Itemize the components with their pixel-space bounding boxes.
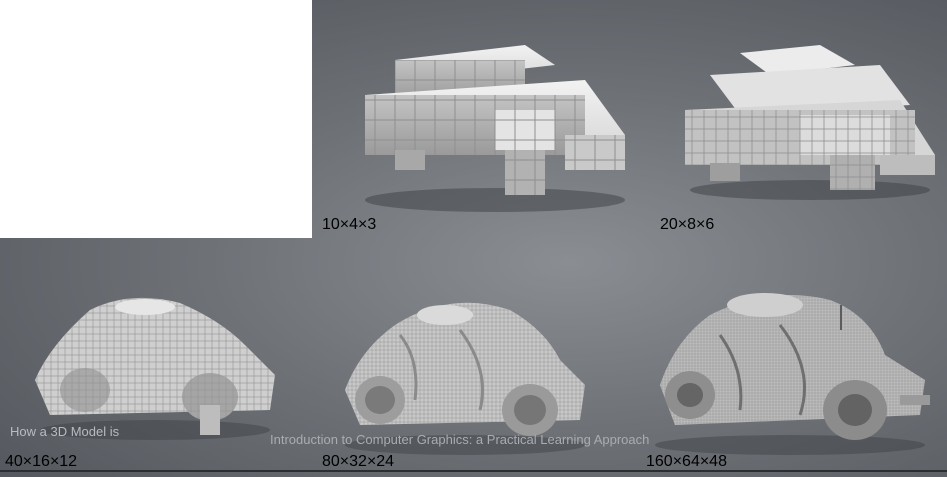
- voxel-car-10x4x3: [365, 45, 625, 212]
- footer-section-title: How a 3D Model is: [10, 424, 120, 439]
- slide-bottom-border: [0, 470, 947, 472]
- voxel-car-40x16x12: [35, 297, 275, 440]
- panel-caption: 40×16×12: [5, 453, 78, 470]
- voxel-car-20x8x6: [685, 45, 935, 200]
- panel-caption: 10×4×3: [322, 216, 377, 233]
- panel-caption: 160×64×48: [646, 453, 727, 470]
- panel-caption: 80×32×24: [322, 453, 395, 470]
- footer-book-title: Introduction to Computer Graphics: a Pra…: [270, 432, 650, 447]
- panel-caption: 20×8×6: [660, 216, 715, 233]
- slide-text-area: [0, 0, 312, 238]
- voxel-car-160x64x48: [655, 293, 930, 455]
